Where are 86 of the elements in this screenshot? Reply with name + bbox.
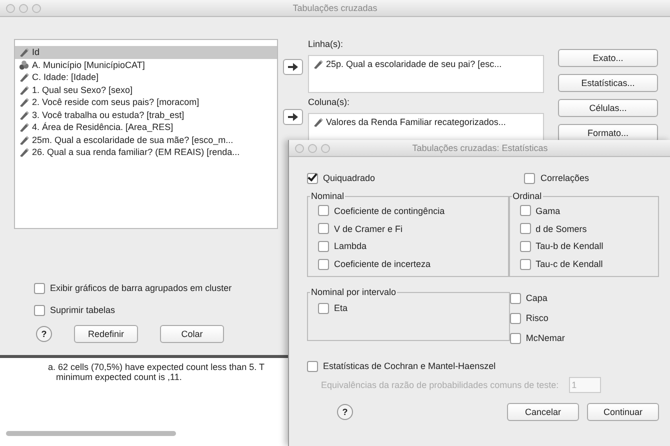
ruler-icon (313, 59, 323, 69)
checkbox-label: Eta (334, 303, 348, 313)
move-arrow-button[interactable] (283, 59, 303, 75)
checkbox-label: Suprimir tabelas (50, 305, 116, 315)
checkbox[interactable] (510, 332, 521, 344)
table-footnote: a. 62 cells (70,5%) have expected count less than 5. T (48, 362, 264, 372)
dialog-button[interactable]: Células... (558, 99, 658, 117)
rows-label: Linha(s): (308, 39, 344, 49)
ruler-icon (19, 147, 29, 158)
columns-label: Coluna(s): (308, 97, 350, 107)
checkbox-label: Capa (526, 293, 548, 303)
variable-item[interactable]: Valores da Renda Familiar recategorizados... (313, 117, 539, 127)
close-button[interactable] (295, 144, 304, 152)
checkbox[interactable] (510, 292, 521, 304)
checkbox[interactable] (318, 302, 329, 314)
dialog-button[interactable]: Colar (160, 325, 224, 343)
checkbox[interactable] (520, 205, 531, 216)
window-title: Tabulações cruzadas: Estatísticas (412, 143, 548, 153)
checkbox-label: Gama (536, 206, 560, 216)
variable-item[interactable]: 2. Você reside com seus pais? [moracom] (15, 96, 277, 108)
dialog-button[interactable]: Cancelar (507, 403, 579, 421)
group-title: Nominal por intervalo (310, 287, 398, 297)
ruler-icon (19, 47, 29, 58)
checkbox-label: Correlações (540, 173, 589, 183)
zoom-button[interactable] (321, 144, 330, 152)
zoom-button[interactable] (32, 4, 41, 12)
field-label: Equivalências da razão de probabilidades comuns de teste: (321, 380, 559, 390)
checkbox[interactable] (520, 258, 531, 270)
checkbox[interactable] (520, 240, 531, 252)
move-arrow-button[interactable] (283, 109, 303, 125)
checkbox-label: Risco (526, 313, 548, 323)
checkbox-label: Quiquadrado (323, 173, 376, 183)
checkbox[interactable] (510, 312, 521, 324)
ruler-icon (19, 84, 29, 95)
variable-item[interactable]: 1. Qual seu Sexo? [sexo] (15, 84, 277, 96)
checkbox[interactable] (520, 223, 531, 234)
variable-item[interactable]: C. Idade: [Idade] (15, 71, 277, 84)
ruler-icon (19, 122, 29, 132)
group-title: Ordinal (512, 191, 543, 201)
ruler-icon (19, 72, 29, 82)
table-footnote: minimum expected count is ,11. (55, 372, 182, 382)
dialog-button[interactable]: Redefinir (74, 325, 138, 343)
checkbox[interactable] (318, 240, 329, 252)
dialog-button[interactable]: Continuar (587, 403, 659, 421)
variable-item[interactable]: 25m. Qual a escolaridade de sua mãe? [esco_m... (15, 134, 277, 146)
checkbox-label: Tau-c de Kendall (536, 259, 603, 270)
group-title: Nominal (310, 191, 346, 201)
checkbox-label: McNemar (526, 333, 565, 343)
arrow-icon (288, 113, 298, 121)
checkbox[interactable] (318, 205, 329, 216)
minimize-button[interactable] (19, 4, 28, 12)
dialog-button[interactable]: Exato... (558, 49, 658, 67)
arrow-icon (288, 63, 298, 71)
checkbox[interactable] (34, 304, 45, 316)
checkbox[interactable] (524, 172, 536, 184)
scrollbar-thumb[interactable] (6, 431, 176, 436)
circles-icon (19, 60, 29, 70)
close-button[interactable] (6, 4, 15, 12)
checkbox[interactable] (307, 172, 318, 184)
checkbox-label: Estatísticas de Cochran e Mantel-Haenszel (323, 361, 496, 371)
checkbox[interactable] (318, 223, 329, 234)
variable-item[interactable]: A. Município [MunicípioCAT] (15, 58, 277, 71)
variable-item[interactable]: 26. Qual a sua renda familiar? (EM REAIS) [renda... (15, 146, 277, 158)
help-button[interactable]: ? (36, 326, 52, 342)
ruler-icon (19, 134, 29, 145)
checkbox-label: Lambda (334, 241, 367, 252)
minimize-button[interactable] (308, 144, 317, 152)
dialog-button[interactable]: Estatísticas... (558, 74, 658, 92)
checkbox-label: Tau-b de Kendall (536, 241, 604, 252)
window-title: Tabulações cruzadas (292, 3, 378, 13)
checkbox-label: Coeficiente de contingência (334, 206, 445, 216)
checkbox-label: V de Cramer e Fi (334, 224, 403, 234)
ruler-icon (19, 97, 29, 108)
checkbox-label: Coeficiente de incerteza (334, 259, 431, 270)
variable-item[interactable]: 3. Você trabalha ou estuda? [trab_est] (15, 108, 277, 121)
checkbox-label: Exibir gráficos de barra agrupados em cluster (50, 283, 232, 293)
variable-item[interactable]: 25p. Qual a escolaridade de seu pai? [esc... (313, 59, 539, 69)
ruler-icon (19, 110, 29, 120)
checkbox[interactable] (307, 360, 318, 372)
checkbox[interactable] (318, 258, 329, 270)
help-button[interactable]: ? (337, 404, 353, 420)
checkbox-label: d de Somers (536, 224, 587, 234)
checkbox[interactable] (34, 282, 45, 294)
ruler-icon (313, 117, 323, 127)
variable-item[interactable]: 4. Área de Residência. [Area_RES] (15, 121, 277, 134)
variable-item[interactable]: Id (15, 46, 277, 58)
